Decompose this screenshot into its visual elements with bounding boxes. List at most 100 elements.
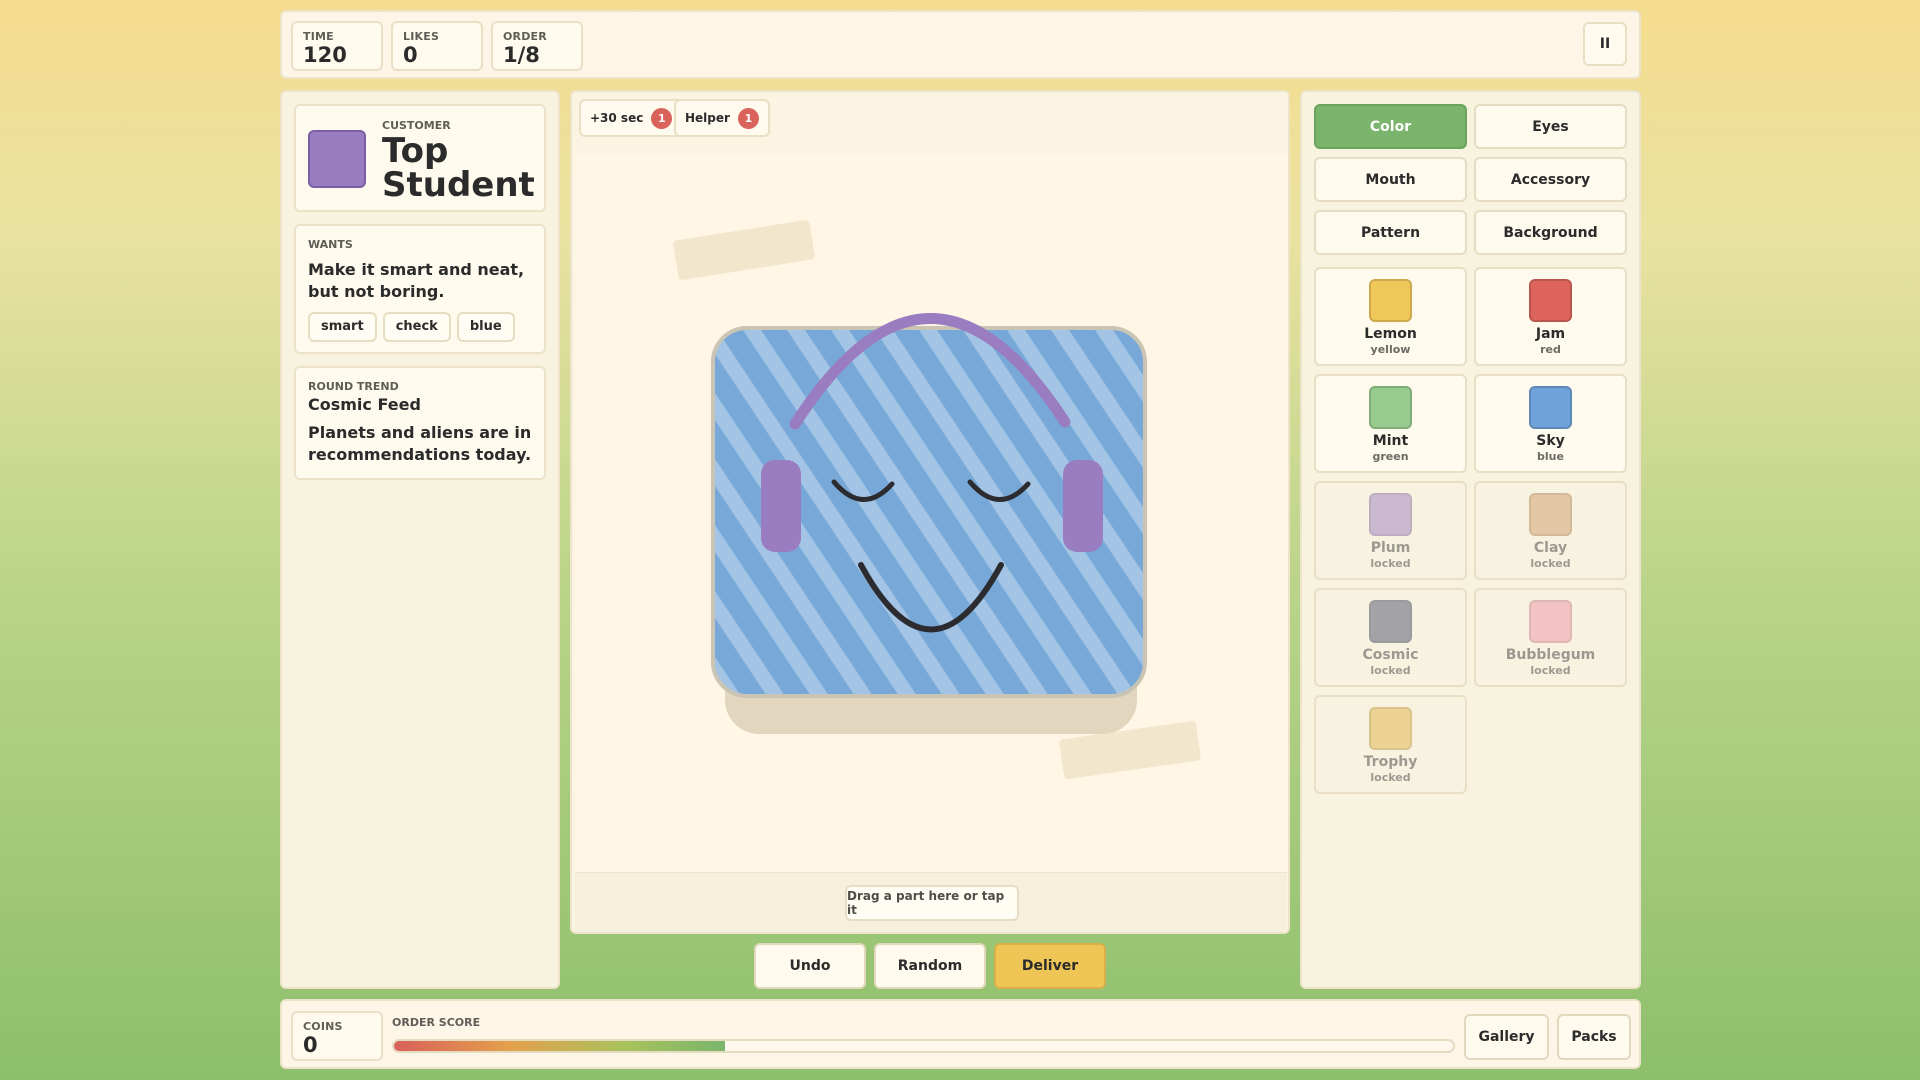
color-option-clay: Clay locked [1474, 481, 1627, 580]
tab-color[interactable]: Color [1314, 104, 1467, 149]
color-option-cosmic: Cosmic locked [1314, 588, 1467, 687]
packs-button[interactable]: Packs [1557, 1014, 1631, 1060]
creature-drawing [575, 220, 1287, 779]
pause-button[interactable]: II [1583, 22, 1627, 66]
wants-card: WANTS Make it smart and neat, but not bo… [294, 224, 546, 354]
score-bar-fill [394, 1041, 726, 1051]
color-option-trophy: Trophy locked [1314, 695, 1467, 794]
creature-body [575, 324, 1287, 714]
color-swatch [1529, 493, 1572, 536]
color-option-name: Jam [1535, 326, 1566, 342]
powerup-time-count: 1 [651, 107, 673, 129]
wants-tag: blue [456, 312, 515, 342]
color-option-mint[interactable]: Mint green [1314, 374, 1467, 473]
order-label: ORDER [503, 30, 547, 43]
stripe [1179, 324, 1287, 714]
trend-label: ROUND TREND [308, 380, 399, 393]
powerup-time-button[interactable]: +30 sec 1 [579, 99, 684, 137]
color-option-name: Mint [1372, 433, 1409, 449]
coins-value: 0 [303, 1033, 318, 1057]
powerup-helper-button[interactable]: Helper 1 [674, 99, 770, 137]
customer-card: CUSTOMER Top Student [294, 104, 546, 212]
color-option-subtitle: yellow [1370, 343, 1411, 356]
drop-zone[interactable]: Drag a part here or tap it [575, 872, 1287, 932]
color-swatch [1369, 600, 1412, 643]
gallery-button[interactable]: Gallery [1464, 1014, 1549, 1060]
color-swatch [1369, 386, 1412, 429]
order-panel: CUSTOMER Top Student WANTS Make it smart… [280, 90, 560, 989]
color-option-subtitle: red [1540, 343, 1561, 356]
creature-canvas[interactable] [575, 154, 1287, 872]
wants-tag: smart [308, 312, 377, 342]
color-swatch [1369, 493, 1412, 536]
wants-tags: smart check blue [308, 312, 532, 342]
trend-text: Planets and aliens are in recommendation… [308, 423, 532, 464]
tab-mouth[interactable]: Mouth [1314, 157, 1467, 202]
random-button[interactable]: Random [874, 943, 986, 989]
color-option-lemon[interactable]: Lemon yellow [1314, 267, 1467, 366]
color-option-name: Lemon [1364, 326, 1417, 342]
stripe [1135, 328, 1145, 696]
powerup-helper-label: Helper [685, 111, 730, 125]
color-option-subtitle: locked [1370, 664, 1411, 677]
color-option-subtitle: locked [1370, 771, 1411, 784]
undo-button[interactable]: Undo [754, 943, 866, 989]
color-swatch [1529, 600, 1572, 643]
color-option-name: Bubblegum [1505, 647, 1596, 663]
color-option-subtitle: green [1372, 450, 1409, 463]
wants-text: Make it smart and neat, but not boring. [308, 260, 525, 301]
score-bar [392, 1039, 1455, 1053]
footer-bar: COINS 0 ORDER SCORE Gallery Packs [280, 999, 1641, 1069]
color-option-name: Plum [1370, 540, 1411, 556]
likes-value: 0 [403, 43, 418, 67]
stripe [1267, 324, 1287, 714]
background-tape-top [673, 220, 815, 280]
color-option-subtitle: blue [1537, 450, 1564, 463]
color-option-name: Trophy [1363, 754, 1418, 770]
color-swatch [1369, 279, 1412, 322]
color-option-name: Sky [1536, 433, 1565, 449]
color-swatch [1529, 279, 1572, 322]
stripe [1223, 324, 1287, 714]
likes-stat: LIKES 0 [391, 21, 483, 71]
color-option-subtitle: locked [1370, 557, 1411, 570]
tab-accessory[interactable]: Accessory [1474, 157, 1627, 202]
trend-card: ROUND TREND Cosmic Feed Planets and alie… [294, 366, 546, 480]
color-option-name: Clay [1533, 540, 1568, 556]
order-stat: ORDER 1/8 [491, 21, 583, 71]
customer-name: Top Student [382, 134, 535, 202]
stripe [575, 324, 709, 714]
tab-eyes[interactable]: Eyes [1474, 104, 1627, 149]
customer-name-line2: Student [382, 165, 535, 205]
color-swatch [1529, 386, 1572, 429]
deliver-button[interactable]: Deliver [994, 943, 1106, 989]
color-option-jam[interactable]: Jam red [1474, 267, 1627, 366]
color-option-name: Cosmic [1362, 647, 1419, 663]
drop-hint: Drag a part here or tap it [845, 885, 1019, 921]
color-option-bubblegum: Bubblegum locked [1474, 588, 1627, 687]
tab-pattern[interactable]: Pattern [1314, 210, 1467, 255]
wants-label: WANTS [308, 238, 353, 251]
wants-tag: check [382, 312, 451, 342]
color-option-subtitle: locked [1530, 557, 1571, 570]
workbench: +30 sec 1 Helper 1 Drag a part here or t… [570, 90, 1290, 934]
parts-panel: Color Eyes Mouth Accessory Pattern Backg… [1300, 90, 1641, 989]
likes-label: LIKES [403, 30, 440, 43]
tab-background[interactable]: Background [1474, 210, 1627, 255]
time-stat: TIME 120 [291, 21, 383, 71]
trend-name: Cosmic Feed [308, 395, 421, 414]
customer-avatar [308, 130, 366, 188]
powerup-time-label: +30 sec [590, 111, 644, 125]
customer-name-line1: Top [382, 131, 449, 171]
powerup-helper-count: 1 [737, 107, 759, 129]
order-value: 1/8 [503, 43, 540, 67]
pause-icon: II [1599, 36, 1611, 52]
color-option-subtitle: locked [1530, 664, 1571, 677]
color-swatch [1369, 707, 1412, 750]
time-label: TIME [303, 30, 334, 43]
color-option-sky[interactable]: Sky blue [1474, 374, 1627, 473]
score-label: ORDER SCORE [392, 1016, 481, 1029]
coins-stat: COINS 0 [291, 1011, 383, 1061]
time-value: 120 [303, 43, 347, 67]
hud-bar: TIME 120 LIKES 0 ORDER 1/8 II [280, 10, 1641, 79]
